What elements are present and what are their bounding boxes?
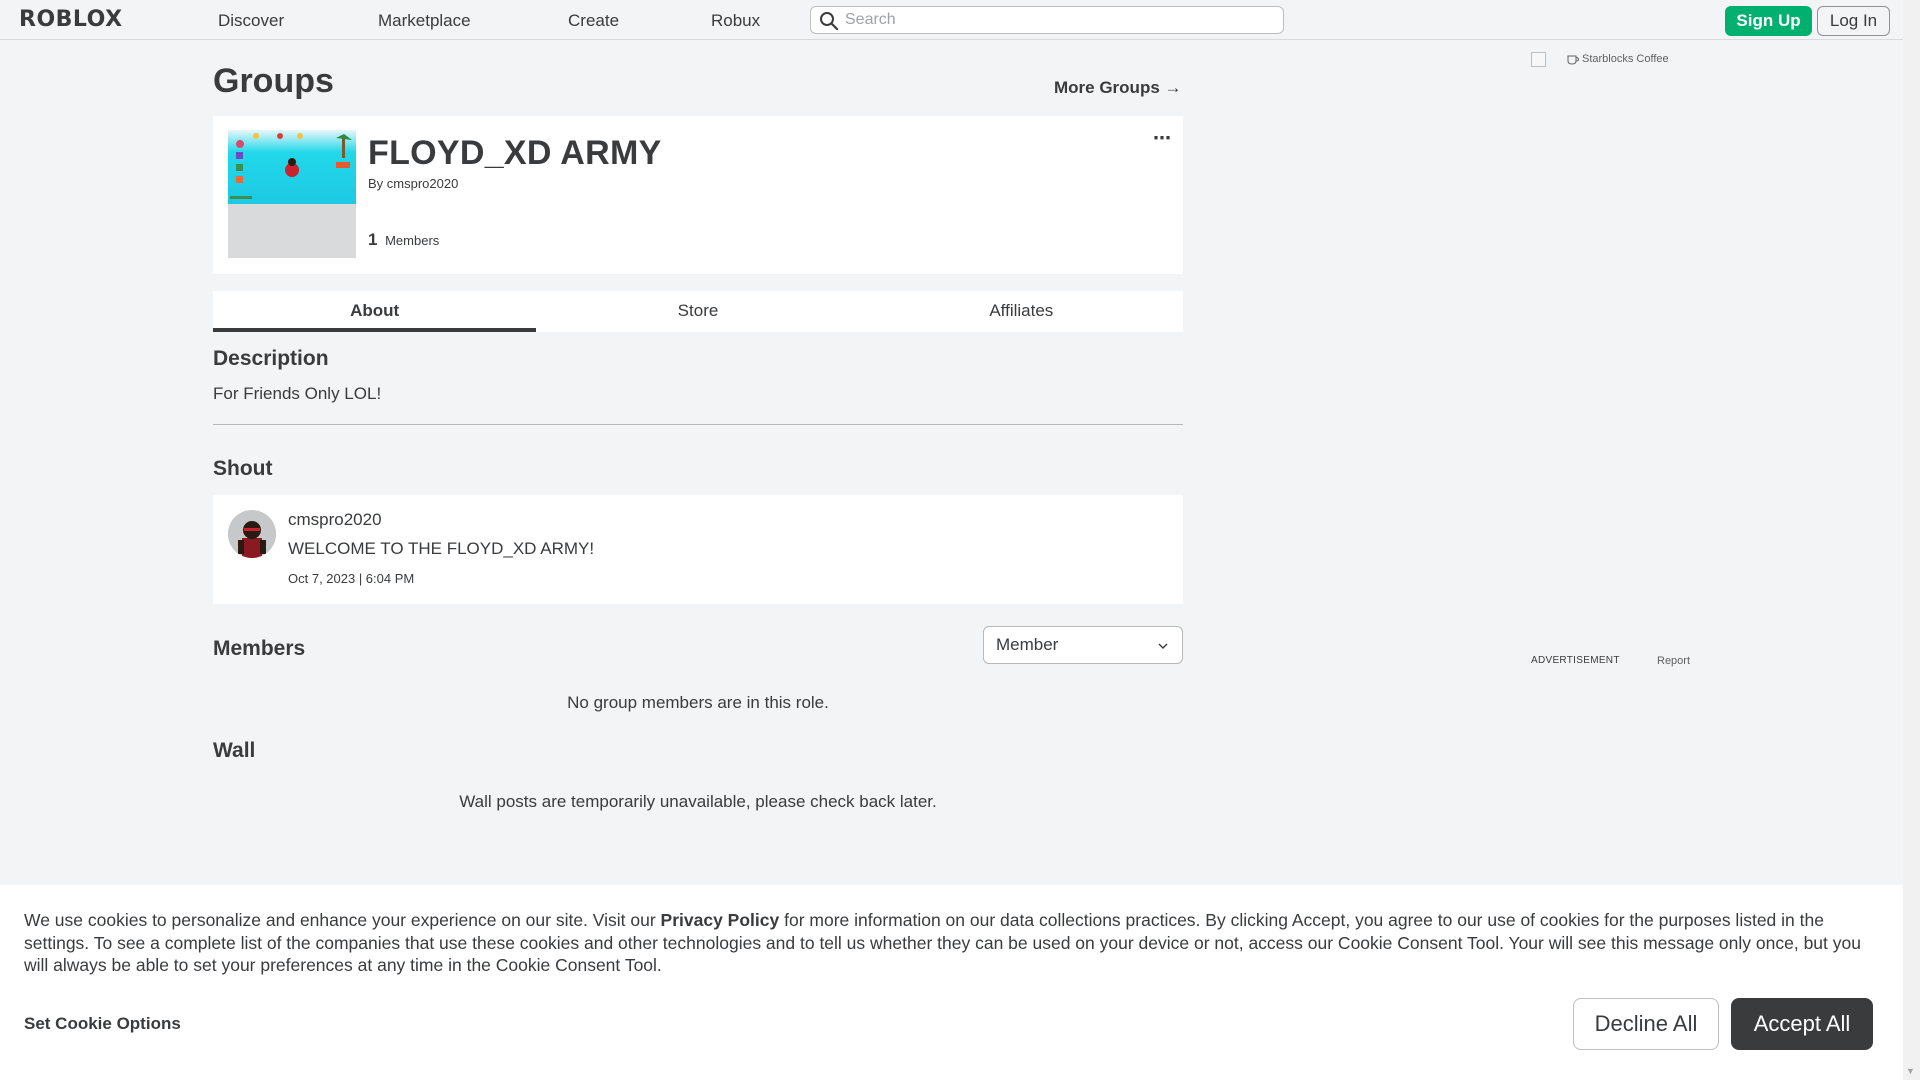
members-empty-message: No group members are in this role. — [567, 693, 829, 712]
nav-link-discover[interactable]: Discover — [218, 11, 284, 31]
sign-up-button[interactable]: Sign Up — [1725, 6, 1812, 36]
group-tabs: About Store Affiliates — [213, 291, 1183, 332]
tab-store[interactable]: Store — [536, 291, 859, 332]
group-emblem-image — [228, 130, 356, 258]
advertisement-label: ADVERTISEMENT — [1531, 655, 1620, 666]
ad-brand-name: Starblocks Coffee — [1582, 53, 1669, 65]
ad-brand[interactable]: Starblocks Coffee — [1567, 53, 1669, 65]
wall-heading: Wall — [213, 739, 256, 762]
group-owner-line: By cmspro2020 — [368, 176, 458, 191]
group-owner-link[interactable]: cmspro2020 — [387, 176, 459, 191]
more-groups-link[interactable]: More Groups → — [1054, 78, 1182, 98]
group-member-count: 1 Members — [368, 230, 439, 250]
group-header-card: FLOYD_XD ARMY By cmspro2020 1 Members ⋯ — [213, 116, 1183, 274]
search-input[interactable] — [845, 11, 1283, 29]
ad-broken-image-icon[interactable] — [1531, 52, 1546, 67]
role-dropdown-value: Member — [996, 635, 1059, 654]
nav-link-marketplace[interactable]: Marketplace — [378, 11, 471, 31]
wall-unavailable-message: Wall posts are temporarily unavailable, … — [459, 792, 937, 811]
nav-link-robux[interactable]: Robux — [711, 11, 760, 31]
cookie-text-part-1: We use cookies to personalize and enhanc… — [24, 910, 661, 930]
group-owner-prefix: By — [368, 176, 384, 191]
roblox-logo[interactable]: ROBLOX — [19, 7, 123, 32]
decline-all-button[interactable]: Decline All — [1573, 998, 1719, 1050]
shout-author-link[interactable]: cmspro2020 — [288, 510, 382, 530]
tab-affiliates[interactable]: Affiliates — [860, 291, 1183, 332]
member-count-label: Members — [385, 233, 440, 248]
privacy-policy-link[interactable]: Privacy Policy — [661, 910, 780, 930]
log-in-button[interactable]: Log In — [1817, 6, 1890, 36]
description-text: For Friends Only LOL! — [213, 384, 382, 403]
ad-report-link[interactable]: Report — [1657, 655, 1690, 667]
page-scrollbar[interactable] — [1903, 0, 1920, 1080]
search-box — [810, 6, 1284, 34]
accept-all-button[interactable]: Accept All — [1731, 998, 1873, 1050]
chevron-down-icon — [1158, 643, 1168, 649]
shout-message: WELCOME TO THE FLOYD_XD ARMY! — [288, 539, 595, 558]
members-heading: Members — [213, 637, 306, 660]
scroll-down-arrow-icon[interactable]: ▼ — [1906, 1066, 1915, 1076]
top-navigation-bar: ROBLOX Discover Marketplace Create Robux… — [0, 0, 1920, 40]
nav-link-create[interactable]: Create — [568, 11, 619, 31]
more-options-icon[interactable]: ⋯ — [1153, 128, 1172, 149]
role-dropdown[interactable]: Member — [983, 626, 1183, 664]
cookie-message: We use cookies to personalize and enhanc… — [24, 909, 1886, 977]
section-divider — [213, 424, 1183, 425]
set-cookie-options-link[interactable]: Set Cookie Options — [24, 1014, 181, 1034]
shout-timestamp: Oct 7, 2023 | 6:04 PM — [288, 571, 415, 586]
cookie-consent-banner: We use cookies to personalize and enhanc… — [0, 885, 1903, 1080]
shout-heading: Shout — [213, 457, 273, 480]
search-icon — [820, 12, 839, 31]
avatar[interactable] — [228, 510, 276, 558]
coffee-cup-icon — [1567, 55, 1579, 65]
tab-about[interactable]: About — [213, 291, 537, 332]
group-name: FLOYD_XD ARMY — [368, 134, 662, 172]
page-title: Groups — [213, 62, 334, 100]
shout-card: cmspro2020 WELCOME TO THE FLOYD_XD ARMY!… — [213, 495, 1183, 604]
description-heading: Description — [213, 347, 329, 370]
member-count-number: 1 — [368, 230, 378, 249]
